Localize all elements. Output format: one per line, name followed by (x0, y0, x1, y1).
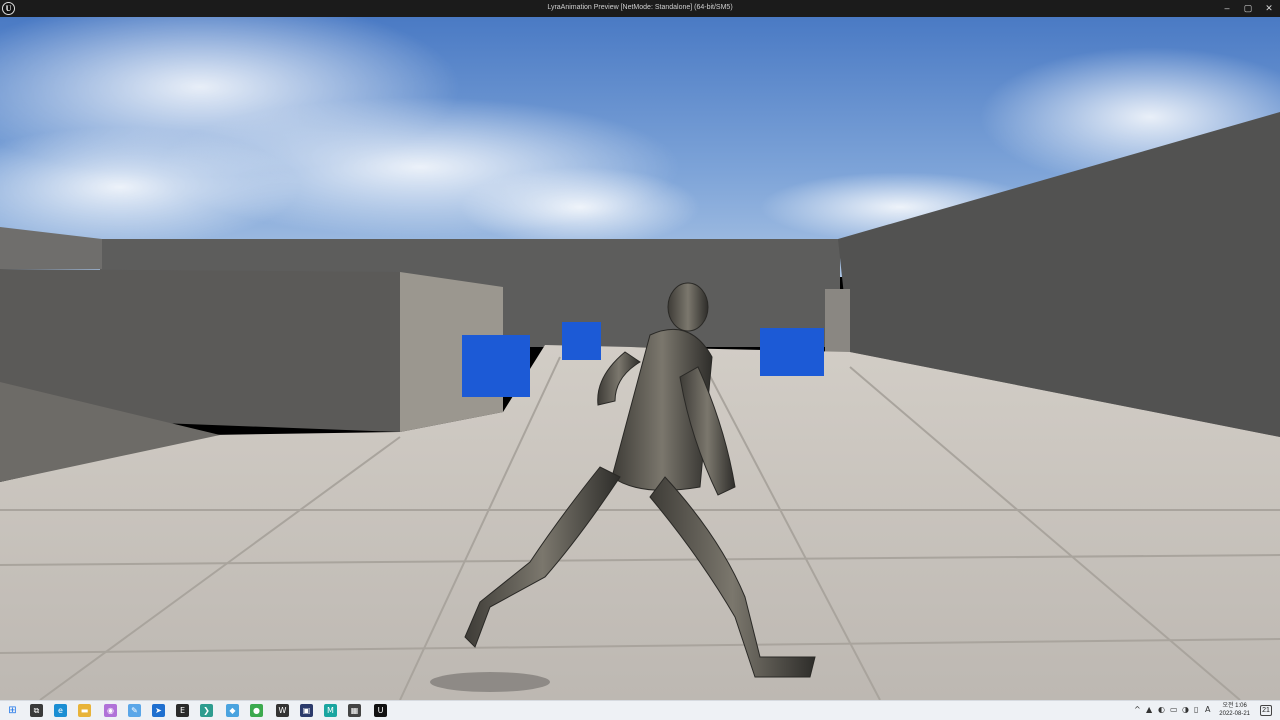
shell-icon[interactable]: ➤ (152, 704, 165, 717)
close-button[interactable]: ✕ (1259, 1, 1279, 16)
windows-start-icon[interactable]: ⊞ (6, 704, 19, 717)
photos-icon[interactable]: ◆ (226, 704, 239, 717)
window-title-bar[interactable]: U LyraAnimation Preview [NetMode: Standa… (0, 0, 1280, 17)
tray-icon-2[interactable]: ◐ (1158, 705, 1165, 714)
network-icon[interactable]: ▭ (1170, 705, 1178, 714)
minimize-button[interactable]: – (1217, 1, 1237, 16)
maya-icon[interactable]: M (324, 704, 337, 717)
clock-time: 오전 1:06 (1222, 703, 1247, 709)
substance-icon[interactable]: ▦ (348, 704, 361, 717)
battery-icon[interactable]: ▯ (1194, 705, 1198, 714)
system-clock[interactable]: 오전 1:06 2022-08-21 (1219, 702, 1250, 718)
volume-icon[interactable]: ◑ (1182, 705, 1189, 714)
task-view-icon[interactable]: ⧉ (30, 704, 43, 717)
file-explorer-icon[interactable]: ▬ (78, 704, 91, 717)
window-title: LyraAnimation Preview [NetMode: Standalo… (547, 4, 733, 11)
chat-icon[interactable]: ● (250, 704, 263, 717)
media-icon[interactable]: ▣ (300, 704, 313, 717)
maximize-button[interactable]: ▢ (1238, 1, 1258, 16)
paint-icon[interactable]: ✎ (128, 704, 141, 717)
unreal-engine-icon[interactable]: U (374, 704, 387, 717)
word-icon[interactable]: W (276, 704, 289, 717)
tray-icon-1[interactable]: ▲ (1146, 705, 1152, 714)
ime-icon[interactable]: A (1205, 705, 1210, 714)
game-viewport[interactable] (0, 17, 1280, 700)
epic-games-icon[interactable]: E (176, 704, 189, 717)
game-scene (0, 17, 1280, 700)
edge-icon[interactable]: e (54, 704, 67, 717)
store-icon[interactable]: ◉ (104, 704, 117, 717)
notification-badge[interactable]: 21 (1260, 705, 1272, 716)
terminal-icon[interactable]: ❯ (200, 704, 213, 717)
tray-chevron-icon[interactable]: ^ (1134, 705, 1141, 714)
clock-date: 2022-08-21 (1219, 711, 1250, 717)
windows-taskbar: ⊞ ⧉ e ▬ ◉ ✎ ➤ E ❯ ◆ ● W ▣ M ▦ U ^ ▲ ◐ ▭ ◑ ▯ A 오전 1:06 … (0, 700, 1280, 720)
